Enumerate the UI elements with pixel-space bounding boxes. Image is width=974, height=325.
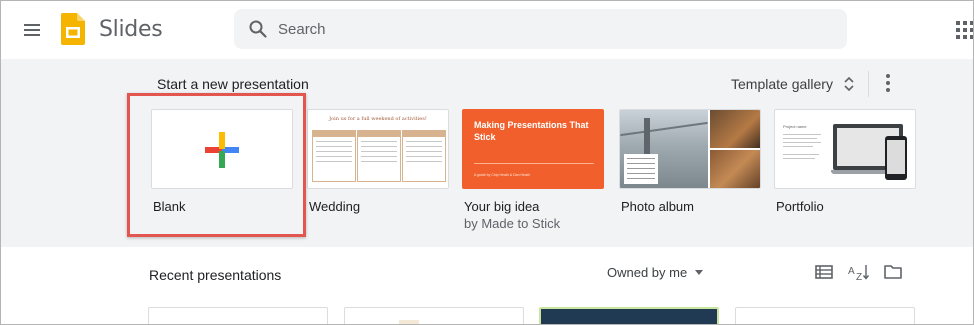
search-icon[interactable]: [248, 19, 268, 39]
sort-az-icon[interactable]: A Z: [848, 263, 870, 281]
thumbnail-text: Project name: [783, 124, 807, 129]
owner-filter-dropdown[interactable]: Owned by me: [607, 265, 704, 280]
template-blank[interactable]: Blank: [151, 109, 293, 214]
template-gallery-button[interactable]: Template gallery: [731, 73, 855, 95]
recent-document-card[interactable]: [539, 307, 719, 324]
app-frame: Slides Start a new presentation Template…: [0, 0, 974, 325]
slides-logo-icon[interactable]: [61, 13, 85, 45]
thumbnail-text: Join us for a full weekend of activities…: [329, 116, 427, 122]
template-your-big-idea[interactable]: Making Presentations That Stick A guide …: [462, 109, 604, 231]
owner-filter-label: Owned by me: [607, 265, 688, 280]
template-name: Photo album: [621, 199, 694, 214]
template-portfolio[interactable]: Project name Portfolio: [774, 109, 916, 214]
svg-text:Z: Z: [856, 272, 862, 281]
divider: [868, 71, 869, 97]
apps-grid-icon[interactable]: [956, 21, 973, 39]
template-section: Start a new presentation Template galler…: [1, 59, 973, 247]
recent-section-title: Recent presentations: [149, 267, 282, 283]
template-name: Blank: [153, 199, 186, 214]
search-bar[interactable]: [234, 9, 847, 49]
recent-document-card[interactable]: [735, 307, 915, 324]
template-name: Wedding: [309, 199, 361, 214]
template-name: Portfolio: [776, 199, 824, 214]
hamburger-menu-icon[interactable]: [19, 17, 45, 43]
svg-text:A: A: [848, 266, 855, 277]
recent-document-card[interactable]: [344, 307, 524, 324]
template-photo-album[interactable]: Photo album: [619, 109, 761, 214]
template-thumbnail[interactable]: Making Presentations That Stick A guide …: [462, 109, 604, 189]
template-subtitle: by Made to Stick: [464, 216, 561, 231]
template-gallery-label: Template gallery: [731, 76, 833, 92]
caret-down-icon: [695, 270, 704, 275]
section-title: Start a new presentation: [157, 76, 309, 92]
more-vert-icon[interactable]: [882, 74, 894, 94]
thumbnail-text: Making Presentations That Stick: [474, 120, 589, 142]
app-title[interactable]: Slides: [99, 17, 163, 42]
folder-icon[interactable]: [883, 263, 903, 281]
thumbnail-subtext: A guide by Chip Heath & Dan Heath: [474, 173, 530, 177]
sort-updown-icon: [844, 76, 854, 92]
template-thumbnail[interactable]: Project name: [774, 109, 916, 189]
top-bar: Slides: [1, 1, 973, 59]
template-thumbnail[interactable]: Join us for a full weekend of activities…: [307, 109, 449, 189]
list-view-icon[interactable]: [814, 263, 834, 281]
recent-document-card[interactable]: [148, 307, 328, 324]
template-wedding[interactable]: Join us for a full weekend of activities…: [307, 109, 449, 214]
search-input[interactable]: [278, 9, 818, 49]
template-thumbnail[interactable]: [619, 109, 761, 189]
template-name: Your big idea: [464, 199, 540, 214]
template-thumbnail[interactable]: [151, 109, 293, 189]
plus-icon: [205, 132, 239, 168]
